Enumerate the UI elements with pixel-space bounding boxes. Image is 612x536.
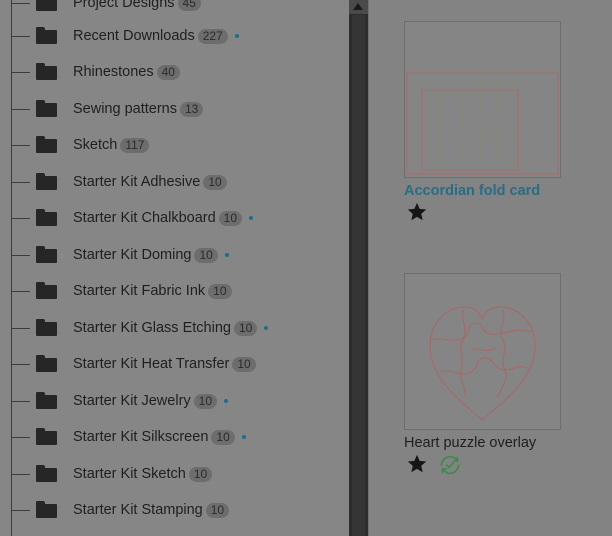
folder-label: Starter Kit Fabric Ink: [73, 283, 206, 299]
folder-icon: [36, 392, 57, 409]
project-title[interactable]: Heart puzzle overlay: [404, 435, 536, 451]
folder-icon: [36, 63, 57, 80]
folder-icon: [36, 355, 57, 372]
folder-label: Starter Kit Doming: [73, 247, 192, 263]
folder-row-starter-kit-adhesive[interactable]: Starter Kit Adhesive 10: [0, 171, 349, 195]
folder-label: Starter Kit Silkscreen: [73, 429, 209, 445]
new-indicator-dot: [234, 34, 239, 38]
folder-row-rhinestones[interactable]: Rhinestones 40: [0, 61, 349, 85]
scroll-up-arrow-icon[interactable]: [349, 0, 368, 14]
folder-label: Starter Kit Heat Transfer: [73, 356, 230, 372]
folder-row-starter-kit-heat-transfer[interactable]: Starter Kit Heat Transfer 10: [0, 353, 349, 377]
folder-count: 10: [205, 502, 230, 518]
folder-icon: [36, 465, 57, 482]
folder-count: 10: [203, 174, 227, 190]
folder-count: 10: [188, 466, 213, 482]
folder-count: 40: [156, 64, 180, 80]
folder-label: Starter Kit Adhesive: [73, 174, 201, 190]
folder-count: 10: [233, 320, 258, 336]
folder-icon: [36, 136, 57, 153]
folder-row-starter-kit-jewelry[interactable]: Starter Kit Jewelry 10: [0, 390, 349, 414]
folder-tree: Project Designs 45 Recent Downloads 227 Rh…: [0, 0, 349, 536]
folder-icon: [36, 319, 57, 336]
folder-count: 45: [177, 0, 201, 11]
folder-icon: [36, 282, 57, 299]
folder-count: 10: [211, 429, 235, 445]
folder-icon: [36, 246, 57, 263]
new-indicator-dot: [224, 253, 229, 257]
folder-row-sketch[interactable]: Sketch 117: [0, 134, 349, 158]
folder-icon: [36, 501, 57, 518]
folder-row-starter-kit-chalkboard[interactable]: Starter Kit Chalkboard 10: [0, 207, 349, 231]
folder-row-starter-kit-fabric-ink[interactable]: Starter Kit Fabric Ink 10: [0, 280, 349, 304]
folder-row-project-designs[interactable]: Project Designs 45: [0, 0, 349, 16]
folder-row-starter-kit-doming[interactable]: Starter Kit Doming 10: [0, 244, 349, 268]
star-icon[interactable]: [406, 201, 428, 223]
synced-icon[interactable]: [438, 453, 462, 477]
folder-label: Starter Kit Jewelry: [73, 393, 191, 409]
folder-row-starter-kit-glass-etching[interactable]: Starter Kit Glass Etching 10: [0, 317, 349, 341]
folder-icon: [36, 0, 57, 11]
folder-count: 13: [179, 101, 204, 117]
folder-count: 117: [120, 137, 150, 153]
folder-icon: [36, 428, 57, 445]
folder-label: Sewing patterns: [73, 101, 177, 117]
folder-label: Rhinestones: [73, 64, 154, 80]
folder-label: Starter Kit Sketch: [73, 466, 186, 482]
folder-label: Starter Kit Stamping: [73, 502, 203, 518]
folder-label: Project Designs: [73, 0, 175, 11]
folder-label: Sketch: [73, 137, 118, 153]
folder-tree-scrollbar[interactable]: [349, 0, 368, 536]
project-title[interactable]: Accordian fold card: [404, 183, 540, 199]
folder-count: 227: [197, 28, 228, 44]
folder-label: Recent Downloads: [73, 28, 195, 44]
new-indicator-dot: [249, 216, 254, 220]
folder-row-starter-kit-sketch[interactable]: Starter Kit Sketch 10: [0, 463, 349, 487]
folder-count: 10: [218, 210, 243, 226]
folder-count: 10: [208, 283, 232, 299]
folder-icon: [36, 173, 57, 190]
new-indicator-dot: [264, 326, 269, 330]
folder-row-starter-kit-silkscreen[interactable]: Starter Kit Silkscreen 10: [0, 426, 349, 450]
folder-icon: [36, 209, 57, 226]
folder-label: Starter Kit Chalkboard: [73, 210, 216, 226]
new-indicator-dot: [241, 435, 246, 439]
project-thumbnail[interactable]: [404, 273, 561, 430]
folder-label: Starter Kit Glass Etching: [73, 320, 231, 336]
projects-grid: Accordian fold card Heart puzzle overlay: [368, 0, 612, 536]
scroll-thumb[interactable]: [352, 15, 365, 536]
card-line-art: [406, 72, 559, 175]
heart-puzzle-line-art: [429, 306, 536, 421]
folder-icon: [36, 27, 57, 44]
project-thumbnail[interactable]: [404, 21, 561, 178]
star-icon[interactable]: [406, 453, 428, 475]
folder-icon: [36, 100, 57, 117]
folder-count: 10: [232, 356, 256, 372]
app-window: Project Designs 45 Recent Downloads 227 Rh…: [0, 0, 612, 536]
folder-count: 10: [193, 393, 218, 409]
folder-row-recent-downloads[interactable]: Recent Downloads 227: [0, 25, 349, 49]
folder-row-starter-kit-stamping[interactable]: Starter Kit Stamping 10: [0, 499, 349, 523]
folder-count: 10: [194, 247, 218, 263]
folder-row-sewing-patterns[interactable]: Sewing patterns 13: [0, 98, 349, 122]
new-indicator-dot: [224, 399, 229, 403]
